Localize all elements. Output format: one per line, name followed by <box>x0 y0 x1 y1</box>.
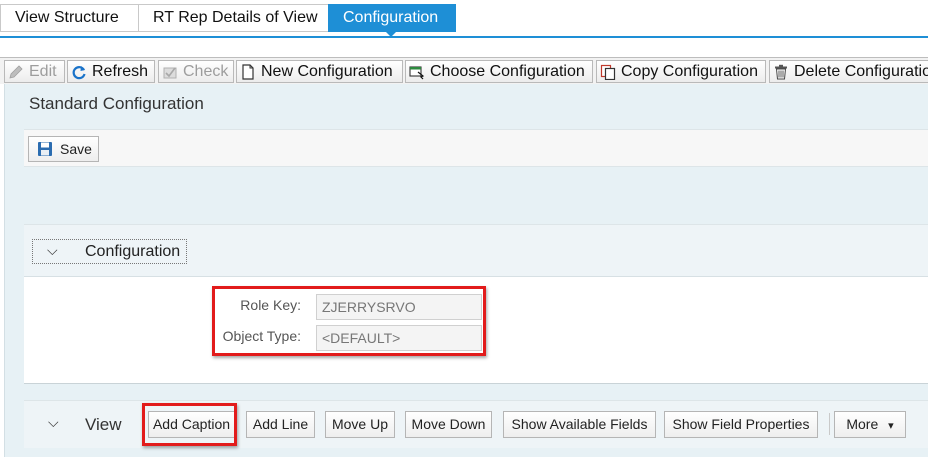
configuration-section-toggle[interactable]: ⌵ Configuration <box>32 239 187 264</box>
panel-title: Standard Configuration <box>29 94 204 113</box>
role-key-field[interactable] <box>316 294 482 320</box>
tab-view-structure[interactable]: View Structure <box>0 4 139 32</box>
tab-rt-rep-details-of-view[interactable]: RT Rep Details of View <box>138 4 329 32</box>
new-configuration-button[interactable]: New Configuration <box>236 60 403 83</box>
tab-label: View Structure <box>15 9 119 26</box>
role-key-label: Role Key: <box>240 297 301 313</box>
toolbar-separator <box>829 413 830 435</box>
refresh-button[interactable]: Refresh <box>67 60 155 83</box>
more-label: More <box>846 416 879 432</box>
check-icon <box>163 67 177 79</box>
new-document-icon <box>242 64 254 80</box>
chevron-down-icon: ⌵ <box>47 242 58 258</box>
save-button[interactable]: Save <box>28 136 99 162</box>
view-section-header: ⌵ View Add Caption Add Line Move Up Move… <box>24 400 928 448</box>
pencil-icon <box>9 65 23 79</box>
tab-underline <box>0 36 928 38</box>
show-field-properties-button[interactable]: Show Field Properties <box>664 411 818 438</box>
configuration-section-label: Configuration <box>85 243 181 260</box>
tab-configuration[interactable]: Configuration <box>328 4 456 37</box>
chevron-down-icon[interactable]: ⌵ <box>48 414 59 431</box>
refresh-icon <box>72 66 86 80</box>
show-available-fields-button[interactable]: Show Available Fields <box>503 411 656 438</box>
menu-icon: ▾ <box>888 420 894 432</box>
choose-icon <box>409 66 425 80</box>
object-type-field[interactable] <box>316 325 482 351</box>
toolbar: Edit Refresh Check New Configuration Cho… <box>0 57 928 84</box>
add-caption-button[interactable]: Add Caption <box>148 411 235 438</box>
save-toolbar: Save <box>24 129 928 167</box>
tab-label: Configuration <box>343 9 439 26</box>
view-section-label: View <box>85 415 122 434</box>
copy-configuration-button[interactable]: Copy Configuration <box>596 60 766 83</box>
delete-configuration-button[interactable]: Delete Configuratio <box>769 60 928 83</box>
object-type-label: Object Type: <box>222 328 301 344</box>
tab-label: RT Rep Details of View <box>153 9 318 26</box>
edit-button[interactable]: Edit <box>4 60 65 83</box>
configuration-section-header: ⌵ Configuration <box>24 224 928 276</box>
choose-configuration-button[interactable]: Choose Configuration <box>405 60 593 83</box>
floppy-disk-icon <box>38 142 52 156</box>
configuration-details: Role Key: Object Type: <box>24 276 928 384</box>
more-button[interactable]: More ▾ <box>834 411 906 438</box>
trash-icon <box>775 64 787 80</box>
standard-configuration-panel: Standard Configuration Save ⌵ Configurat… <box>4 84 928 457</box>
add-line-button[interactable]: Add Line <box>246 411 315 438</box>
copy-icon <box>600 64 616 80</box>
check-button[interactable]: Check <box>158 60 234 83</box>
move-down-button[interactable]: Move Down <box>405 411 492 438</box>
move-up-button[interactable]: Move Up <box>325 411 395 438</box>
tab-bar: View Structure RT Rep Details of View Co… <box>0 0 928 38</box>
